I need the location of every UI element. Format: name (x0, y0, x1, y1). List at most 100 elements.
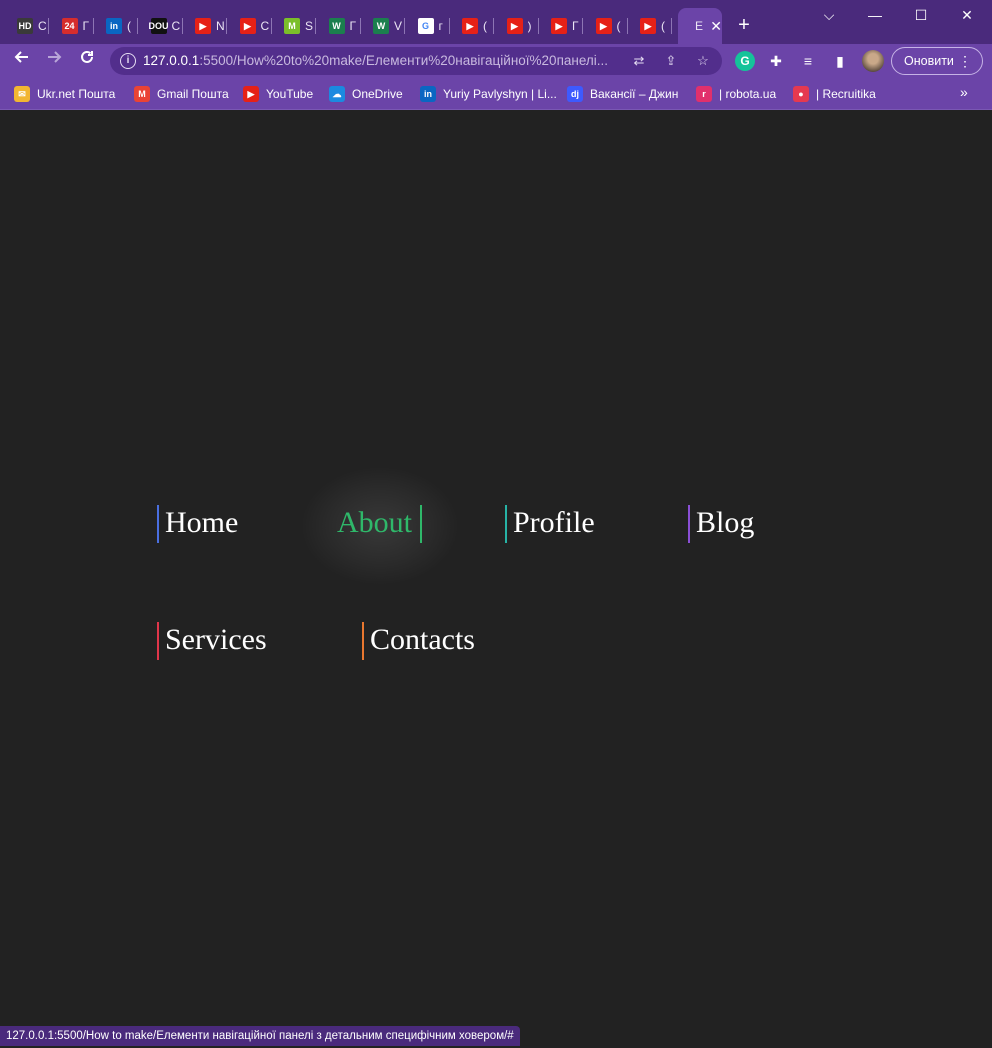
tab-favicon-icon: ▶ (595, 18, 612, 34)
browser-toolbar: i 127.0.0.1:5500/How%20to%20make/Елемент… (0, 44, 992, 78)
side-panel-icon[interactable]: ▮ (830, 51, 850, 71)
reload-icon[interactable] (75, 49, 99, 73)
bookmark-favicon-icon: r (696, 86, 712, 102)
tab-title: г (438, 19, 443, 33)
bookmark-label: | robota.ua (719, 87, 777, 101)
maximize-button[interactable]: ☐ (908, 4, 934, 26)
bookmark-item[interactable]: ▶ YouTube (243, 85, 313, 103)
tab-favicon-icon: ▶ (239, 18, 256, 34)
tab-favicon-icon: DOU (149, 18, 169, 34)
tab-favicon-icon: W (328, 18, 345, 34)
bookmark-item[interactable]: ✉ Ukr.net Пошта (14, 85, 115, 103)
bookmark-favicon-icon: ● (793, 86, 809, 102)
bookmark-favicon-icon: M (134, 86, 150, 102)
reading-list-icon[interactable]: ≡ (798, 51, 818, 71)
nav-link-services[interactable]: Services (157, 622, 267, 660)
bookmark-item[interactable]: in Yuriy Pavlyshyn | Li... (420, 85, 557, 103)
bookmark-item[interactable]: ☁ OneDrive (329, 85, 403, 103)
bookmark-favicon-icon: ☁ (329, 86, 345, 102)
tab-title: С (171, 19, 180, 33)
tab-favicon-icon: ▶ (195, 18, 211, 34)
bookmark-favicon-icon: dj (567, 86, 583, 102)
tab-favicon-icon: M (284, 18, 300, 34)
tab-favicon-icon: HD (17, 18, 33, 34)
tab-favicon-icon: in (106, 18, 122, 34)
browser-tab[interactable]: MS (272, 8, 316, 44)
extensions-puzzle-icon[interactable]: ✚ (766, 51, 786, 71)
nav-link-profile[interactable]: Profile (505, 505, 595, 543)
nav-link-contacts[interactable]: Contacts (362, 622, 475, 660)
tab-title: V (394, 19, 402, 33)
tab-favicon-icon: 24 (61, 18, 78, 34)
profile-avatar[interactable] (862, 50, 884, 72)
browser-tab[interactable]: in ( (94, 8, 138, 44)
site-info-icon[interactable]: i (120, 53, 136, 69)
tab-title: ( (483, 19, 487, 33)
tab-title: ) (527, 19, 532, 33)
browser-tab[interactable]: WГ (317, 8, 361, 44)
new-tab-button[interactable]: + (733, 14, 755, 36)
bookmark-item[interactable]: ● | Recruitika (793, 85, 876, 103)
tab-favicon-icon: ▶ (640, 18, 656, 34)
tab-title: ( (661, 19, 665, 33)
minimize-button[interactable]: — (862, 4, 888, 26)
share-icon[interactable]: ⇪ (662, 52, 680, 70)
tab-favicon-icon: ▶ (462, 18, 478, 34)
translate-icon[interactable]: ⇄ (630, 52, 648, 70)
browser-tab[interactable]: ▶ Г (539, 8, 583, 44)
bookmarks-bar: ✉ Ukr.net Пошта M Gmail Пошта ▶ YouTube ☁ OneDr… (0, 78, 992, 110)
nav-link-blog[interactable]: Blog (688, 505, 754, 543)
close-tab-icon[interactable]: ✕ (710, 18, 722, 35)
tab-separator (671, 18, 672, 34)
browser-tab[interactable]: HD С (5, 8, 49, 44)
update-label: Оновити (904, 54, 954, 68)
browser-tab[interactable]: ▶) (495, 8, 539, 44)
browser-tab[interactable]: Gг (406, 8, 450, 44)
close-window-button[interactable]: ✕ (954, 4, 980, 26)
bookmark-item[interactable]: dj Вакансії – Джин (567, 85, 678, 103)
bookmark-label: Ukr.net Пошта (37, 87, 116, 101)
status-bar: 127.0.0.1:5500/How to make/Елементи наві… (0, 1026, 520, 1046)
browser-tab[interactable]: ▶ N (183, 8, 227, 44)
address-bar[interactable]: i 127.0.0.1:5500/How%20to%20make/Елемент… (110, 47, 722, 75)
url-path: :5500/How%20to%20make/Елементи%20навігац… (199, 53, 609, 68)
url-text[interactable]: 127.0.0.1:5500/How%20to%20make/Елементи%… (143, 53, 608, 68)
bookmark-favicon-icon: ▶ (243, 86, 259, 102)
bookmark-label: OneDrive (352, 87, 403, 101)
bookmark-label: | Recruitika (816, 87, 876, 101)
bookmark-star-icon[interactable]: ☆ (694, 52, 712, 70)
bookmark-label: Yuriy Pavlyshyn | Li... (443, 87, 557, 101)
browser-tab[interactable]: ▶( (628, 8, 672, 44)
tab-title: Г (349, 19, 357, 33)
forward-arrow-icon[interactable] (42, 49, 66, 73)
tab-title: S (305, 19, 313, 33)
nav-link-home[interactable]: Home (157, 505, 238, 543)
tab-title: Г (82, 19, 90, 33)
bookmark-label: Вакансії – Джин (590, 87, 679, 101)
tab-favicon-icon: ▶ (506, 18, 523, 34)
tab-favicon-icon: G (417, 18, 434, 34)
page-viewport: Home About Profile Blog Services Contact… (0, 111, 992, 1048)
browser-tab[interactable]: DOU С (139, 8, 183, 44)
update-button[interactable]: Оновити ⋮ (891, 47, 983, 75)
bookmark-item[interactable]: r | robota.ua (696, 85, 776, 103)
nav-link-about[interactable]: About (337, 505, 422, 543)
tab-active[interactable]: Е ✕ (678, 8, 722, 44)
browser-tab[interactable]: 24 Г (50, 8, 94, 44)
grammarly-icon[interactable]: G (735, 51, 755, 71)
tab-strip: HD С 24 Гin(DOU С ▶ N ▶ С M S W Г W V Gг ▶(▶) ▶ Г ▶(▶( Е ✕ … (0, 0, 992, 44)
browser-tab[interactable]: WV (361, 8, 405, 44)
browser-tab[interactable]: ▶( (450, 8, 494, 44)
tab-search-icon[interactable]: ⌵ (816, 4, 842, 26)
back-arrow-icon[interactable] (10, 49, 34, 73)
bookmark-favicon-icon: in (420, 86, 436, 102)
menu-dots-icon[interactable]: ⋮ (958, 48, 972, 74)
tab-favicon-icon: ▶ (551, 18, 567, 34)
browser-tab[interactable]: ▶( (584, 8, 628, 44)
browser-tab[interactable]: ▶ С (228, 8, 272, 44)
tab-title: ( (616, 19, 621, 33)
tab-title: Е (695, 19, 704, 33)
more-bookmarks-icon[interactable]: » (960, 84, 968, 100)
bookmark-item[interactable]: M Gmail Пошта (134, 85, 229, 103)
tab-favicon-icon: W (373, 18, 389, 34)
